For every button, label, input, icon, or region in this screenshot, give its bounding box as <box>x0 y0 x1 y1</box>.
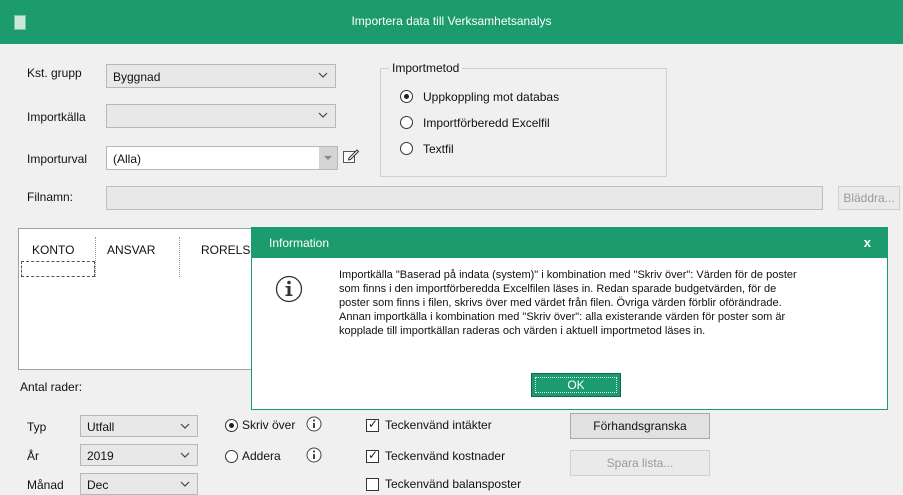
forhandsgranska-button[interactable]: Förhandsgranska <box>570 413 710 439</box>
radio-skriv-over-label: Skriv över <box>242 418 296 432</box>
dialog-title-bar: Information x <box>252 228 887 258</box>
radio-excelfil-label: Importförberedd Excelfil <box>423 116 550 130</box>
selected-cell[interactable] <box>21 261 95 277</box>
ar-value: 2019 <box>87 449 114 463</box>
info-icon[interactable] <box>306 416 322 432</box>
manad-dropdown[interactable]: Dec <box>80 473 198 495</box>
info-icon[interactable] <box>306 447 322 463</box>
filnamn-label: Filnamn: <box>27 190 74 204</box>
checkbox-teckenvand-balansposter[interactable] <box>366 478 379 491</box>
radio-addera-label: Addera <box>242 449 281 463</box>
chevron-down-icon <box>179 420 191 432</box>
radio-skriv-over[interactable] <box>225 419 238 432</box>
window-title: Importera data till Verksamhetsanalys <box>351 14 552 28</box>
chevron-down-icon <box>317 69 329 81</box>
radio-textfil[interactable] <box>400 142 413 155</box>
dropdown-arrow-button[interactable] <box>319 147 337 169</box>
info-icon <box>275 275 303 303</box>
checkbox-teckenvand-intakter-label: Teckenvänd intäkter <box>385 418 492 432</box>
chevron-down-icon <box>317 109 329 121</box>
radio-uppkoppling[interactable] <box>400 90 413 103</box>
column-header-rorelse[interactable]: RORELSE <box>201 243 258 257</box>
kst-grupp-label: Kst. grupp <box>27 66 82 80</box>
typ-label: Typ <box>27 420 47 434</box>
checkbox-teckenvand-kostnader[interactable] <box>366 448 379 463</box>
importurval-dropdown[interactable]: (Alla) <box>106 146 338 170</box>
dialog-message-line: Annan importkälla i kombination med "Skr… <box>339 311 786 323</box>
chevron-down-icon <box>179 449 191 461</box>
column-header-konto[interactable]: KONTO <box>32 243 74 257</box>
dialog-message-line: som finns i den importförberedda Excelfi… <box>339 283 777 295</box>
ar-label: År <box>27 449 39 463</box>
importurval-label: Importurval <box>27 152 88 166</box>
radio-excelfil[interactable] <box>400 116 413 129</box>
checkbox-teckenvand-balansposter-label: Teckenvänd balansposter <box>385 477 522 491</box>
dialog-message-line: poster som finns i filen, skrivs över me… <box>339 297 782 309</box>
checkbox-teckenvand-intakter[interactable] <box>366 417 379 432</box>
importkalla-label: Importkälla <box>27 110 86 124</box>
manad-label: Månad <box>27 478 64 492</box>
column-divider <box>179 237 181 277</box>
dialog-message: Importkälla "Baserad på indata (system)"… <box>339 268 869 338</box>
column-header-ansvar[interactable]: ANSVAR <box>107 243 155 257</box>
radio-addera[interactable] <box>225 450 238 463</box>
filnamn-field[interactable] <box>106 186 823 210</box>
antal-rader-label: Antal rader: <box>20 380 83 394</box>
focus-outline <box>535 377 617 393</box>
ok-button[interactable]: OK <box>531 373 621 397</box>
column-divider <box>95 237 97 277</box>
importmetod-legend: Importmetod <box>389 61 463 75</box>
checkbox-teckenvand-kostnader-label: Teckenvänd kostnader <box>385 449 506 463</box>
typ-value: Utfall <box>87 420 115 434</box>
information-dialog: Information x Importkälla "Baserad på in… <box>251 227 888 410</box>
kst-grupp-dropdown[interactable]: Byggnad <box>106 64 336 88</box>
spara-lista-button[interactable]: Spara lista... <box>570 450 710 476</box>
importurval-value: (Alla) <box>113 152 142 166</box>
chevron-down-icon <box>179 478 191 490</box>
typ-dropdown[interactable]: Utfall <box>80 415 198 437</box>
dialog-message-line: Importkälla "Baserad på indata (system)"… <box>339 269 797 281</box>
title-bar: Importera data till Verksamhetsanalys <box>0 0 903 44</box>
radio-uppkoppling-label: Uppkoppling mot databas <box>423 90 560 104</box>
dialog-message-line: kopplade till importkällan raderas och v… <box>339 325 706 337</box>
bladdra-button[interactable]: Bläddra... <box>838 186 900 210</box>
manad-value: Dec <box>87 478 109 492</box>
dialog-title: Information <box>269 236 330 250</box>
radio-textfil-label: Textfil <box>423 142 454 156</box>
importkalla-dropdown[interactable] <box>106 104 336 128</box>
kst-grupp-value: Byggnad <box>113 70 161 84</box>
data-grid[interactable]: KONTO ANSVAR RORELSE <box>18 228 258 370</box>
edit-icon[interactable] <box>342 147 360 165</box>
ar-dropdown[interactable]: 2019 <box>80 444 198 466</box>
close-icon[interactable]: x <box>864 235 871 250</box>
